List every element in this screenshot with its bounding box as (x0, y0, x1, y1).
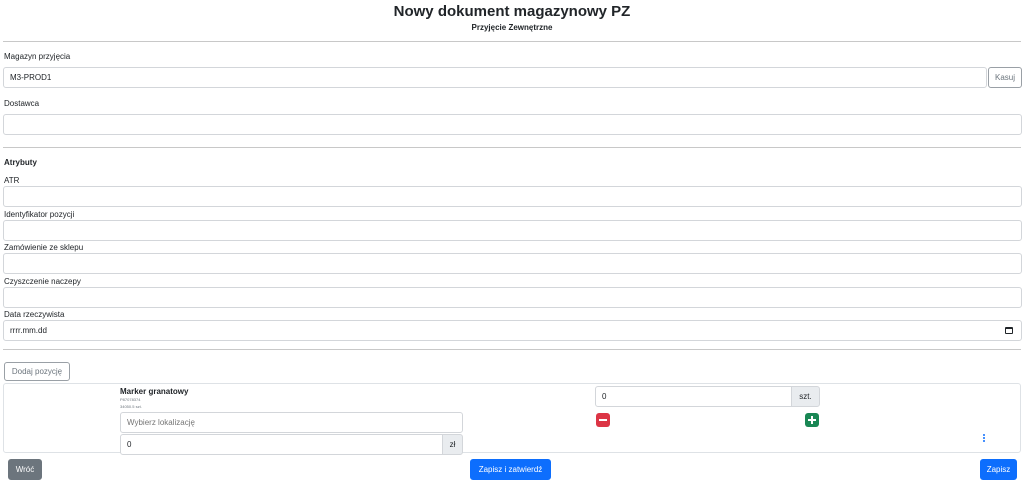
shop-order-label: Zamówienie ze sklepu (4, 243, 84, 252)
trailer-cleaning-label: Czyszczenie naczepy (4, 277, 81, 286)
shop-order-input[interactable] (3, 253, 1022, 274)
warehouse-label: Magazyn przyjęcia (4, 52, 71, 61)
header-divider (3, 41, 1021, 42)
location-select[interactable] (120, 412, 463, 433)
atr-input[interactable] (3, 186, 1022, 207)
price-input[interactable] (120, 434, 443, 455)
increase-quantity-button[interactable] (805, 413, 819, 427)
atr-label: ATR (4, 176, 20, 185)
attributes-divider (3, 349, 1021, 350)
trailer-cleaning-input[interactable] (3, 287, 1022, 308)
date-placeholder: rrrr.mm.dd (10, 326, 47, 335)
position-id-input[interactable] (3, 220, 1022, 241)
item-stock: 34050.5 szt. (120, 404, 142, 409)
actual-date-label: Data rzeczywista (4, 310, 65, 319)
decrease-quantity-button[interactable] (596, 413, 610, 427)
page-subtitle: Przyjęcie Zewnętrzne (471, 23, 553, 32)
quantity-unit: szt. (791, 386, 820, 407)
save-button[interactable]: Zapisz (980, 459, 1017, 480)
calendar-icon[interactable] (1005, 327, 1013, 334)
position-id-label: Identyfikator pozycji (4, 210, 75, 219)
page-title: Nowy dokument magazynowy PZ (393, 3, 631, 20)
actual-date-input[interactable]: rrrr.mm.dd (3, 320, 1022, 341)
quantity-input[interactable] (595, 386, 792, 407)
minus-icon (599, 419, 607, 421)
clear-warehouse-button[interactable]: Kasuj (988, 67, 1022, 88)
attributes-title: Atrybuty (4, 158, 37, 167)
more-options-icon[interactable] (983, 434, 985, 442)
back-button[interactable]: Wróć (8, 459, 42, 480)
item-name: Marker granatowy (120, 387, 189, 396)
supplier-input[interactable] (3, 114, 1022, 135)
add-position-button[interactable]: Dodaj pozycję (4, 362, 70, 381)
price-unit: zł (442, 434, 463, 455)
warehouse-input[interactable] (3, 67, 987, 88)
supplier-divider (3, 147, 1021, 148)
item-code: P87078374 (120, 397, 141, 402)
save-and-confirm-button[interactable]: Zapisz i zatwierdź (470, 459, 551, 480)
supplier-label: Dostawca (4, 99, 40, 108)
